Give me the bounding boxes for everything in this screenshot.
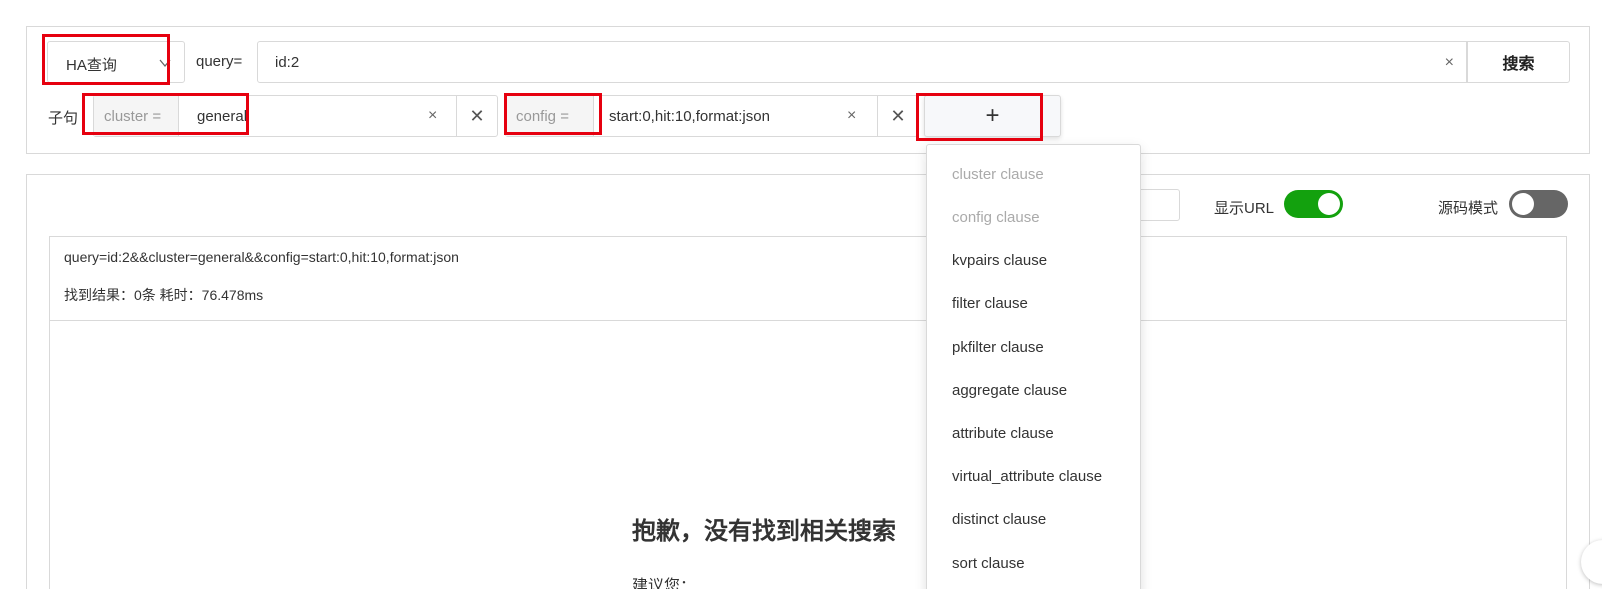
dropdown-item-filter-clause[interactable]: filter clause: [952, 295, 1028, 312]
clear-query-icon[interactable]: ×: [1445, 54, 1454, 72]
query-input-value: id:2: [275, 54, 300, 71]
search-button[interactable]: 搜索: [1467, 41, 1570, 83]
chevron-down-icon: [159, 59, 171, 68]
clause-config: config = start:0,hit:10,format:json × ✕: [505, 95, 918, 137]
clause-cluster: cluster = general × ✕: [93, 95, 498, 137]
source-mode-label: 源码模式: [1438, 200, 1499, 217]
dropdown-item-sort-clause[interactable]: sort clause: [952, 555, 1025, 572]
mode-select[interactable]: HA查询: [47, 41, 185, 83]
remove-config-clause-button[interactable]: ✕: [877, 96, 918, 136]
source-mode-toggle[interactable]: [1509, 190, 1568, 218]
query-input[interactable]: id:2 ×: [257, 41, 1467, 83]
clause-label: 子句: [48, 110, 79, 127]
dropdown-item-pkfilter-clause[interactable]: pkfilter clause: [952, 339, 1044, 356]
remove-cluster-clause-button[interactable]: ✕: [456, 96, 497, 136]
result-url: query=id:2&&cluster=general&&config=star…: [64, 249, 459, 265]
source-mode-toggle-knob: [1512, 193, 1534, 215]
clause-cluster-value[interactable]: general: [197, 108, 247, 125]
dropdown-item-aggregate-clause[interactable]: aggregate clause: [952, 382, 1067, 399]
dropdown-item-cluster-clause: cluster clause: [952, 166, 1044, 183]
result-stats: 找到结果：0条 耗时：76.478ms: [64, 287, 264, 303]
mode-select-value: HA查询: [66, 57, 117, 74]
clause-dropdown-menu: cluster clause config clause kvpairs cla…: [926, 144, 1141, 589]
clear-cluster-icon[interactable]: ×: [428, 107, 437, 125]
result-header: query=id:2&&cluster=general&&config=star…: [50, 237, 1566, 321]
clear-config-icon[interactable]: ×: [847, 107, 856, 125]
dropdown-item-attribute-clause[interactable]: attribute clause: [952, 425, 1054, 442]
dropdown-item-config-clause: config clause: [952, 209, 1040, 226]
dropdown-item-distinct-clause[interactable]: distinct clause: [952, 511, 1046, 528]
clause-cluster-key: cluster =: [94, 96, 179, 136]
dropdown-item-virtual-attribute-clause[interactable]: virtual_attribute clause: [952, 468, 1102, 485]
query-label: query=: [196, 53, 243, 70]
dropdown-item-kvpairs-clause[interactable]: kvpairs clause: [952, 252, 1047, 269]
empty-result-title: 抱歉，没有找到相关搜索: [632, 518, 896, 545]
suggestion-label: 建议您：: [632, 578, 697, 589]
add-clause-button[interactable]: +: [924, 95, 1061, 137]
clause-config-value[interactable]: start:0,hit:10,format:json: [609, 108, 770, 125]
show-url-toggle-knob: [1318, 193, 1340, 215]
clause-config-key: config =: [506, 96, 594, 136]
show-url-label: 显示URL: [1214, 200, 1275, 217]
show-url-toggle[interactable]: [1284, 190, 1343, 218]
